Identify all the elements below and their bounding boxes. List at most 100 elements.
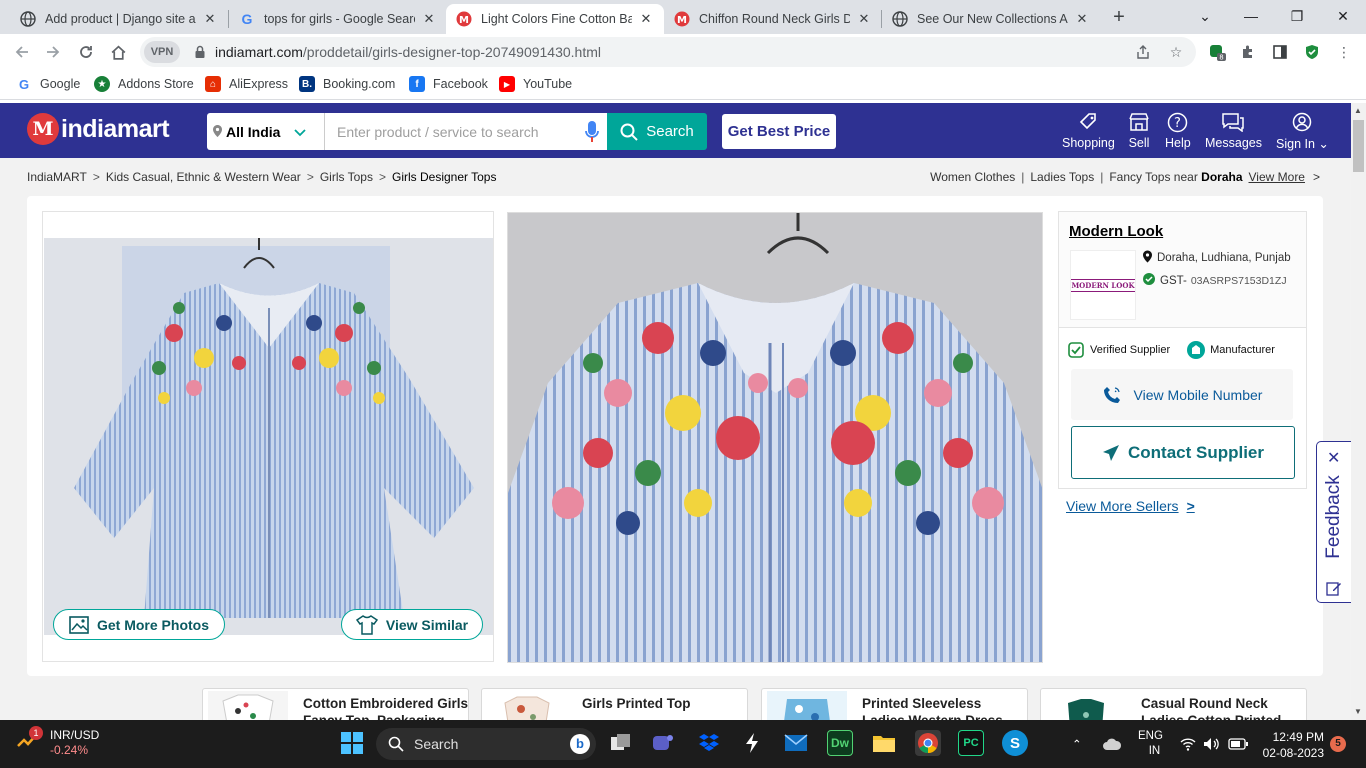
- chrome-icon[interactable]: [915, 730, 941, 756]
- view-mobile-number-button[interactable]: View Mobile Number: [1071, 369, 1293, 420]
- restore-button[interactable]: ❐: [1274, 0, 1320, 32]
- battery-icon[interactable]: [1228, 720, 1248, 768]
- scroll-up-arrow-icon[interactable]: ▲: [1354, 106, 1362, 115]
- close-tab-icon[interactable]: ✕: [1074, 11, 1090, 27]
- breadcrumb-link[interactable]: Girls Tops: [320, 170, 373, 184]
- bookmark-booking[interactable]: B. Booking.com: [299, 76, 395, 92]
- close-window-button[interactable]: ✕: [1320, 0, 1366, 32]
- shield-check-icon[interactable]: [1302, 42, 1322, 62]
- close-tab-icon[interactable]: ✕: [421, 11, 437, 27]
- weather-cloud-icon[interactable]: [1102, 720, 1122, 768]
- file-explorer-icon[interactable]: [871, 730, 897, 756]
- mail-icon[interactable]: [783, 730, 809, 756]
- top-garment-icon: [355, 614, 378, 635]
- nav-help[interactable]: ? Help: [1165, 111, 1191, 150]
- browser-tab[interactable]: See Our New Collections ABC ✕: [882, 4, 1100, 34]
- forward-button[interactable]: [40, 39, 66, 65]
- seller-logo[interactable]: MODERN LOOK: [1070, 250, 1136, 320]
- task-view-icon[interactable]: [608, 730, 634, 756]
- location-select[interactable]: All India: [207, 113, 325, 150]
- market-widget[interactable]: 1 INR/USD -0.24%: [16, 726, 99, 757]
- contact-supplier-button[interactable]: Contact Supplier: [1071, 426, 1295, 479]
- share-icon[interactable]: [1134, 43, 1152, 61]
- scrollbar-thumb[interactable]: [1353, 120, 1364, 172]
- home-button[interactable]: [105, 39, 131, 65]
- nav-messages[interactable]: Messages: [1205, 111, 1262, 150]
- tab-search-icon[interactable]: ⌄: [1182, 0, 1228, 32]
- windows-start-icon[interactable]: [339, 730, 365, 756]
- close-tab-icon[interactable]: ✕: [202, 11, 218, 27]
- back-button[interactable]: [9, 39, 35, 65]
- new-tab-button[interactable]: +: [1108, 6, 1130, 28]
- nav-sign-in[interactable]: Sign In ⌄: [1276, 111, 1329, 151]
- browser-tab[interactable]: M Chiffon Round Neck Girls De ✕: [664, 4, 882, 34]
- related-link-near[interactable]: Fancy Tops near Doraha: [1109, 170, 1242, 184]
- address-bar[interactable]: VPN indiamart.com/proddetail/girls-desig…: [140, 37, 1196, 67]
- view-similar-button[interactable]: View Similar: [341, 609, 483, 640]
- svg-text:M: M: [459, 15, 469, 26]
- wifi-icon[interactable]: [1180, 720, 1196, 768]
- view-more-link[interactable]: View More: [1249, 170, 1305, 184]
- search-button[interactable]: Search: [607, 113, 707, 150]
- view-more-sellers-link[interactable]: View More Sellers >: [1066, 498, 1195, 514]
- dropbox-icon[interactable]: [696, 730, 722, 756]
- get-more-photos-button[interactable]: Get More Photos: [53, 609, 225, 640]
- feedback-tab[interactable]: ✕ Feedback: [1316, 441, 1351, 603]
- lightning-app-icon[interactable]: [739, 730, 765, 756]
- view-more-sellers-label: View More Sellers: [1066, 498, 1179, 514]
- breadcrumb-separator: >: [378, 170, 386, 184]
- close-tab-icon[interactable]: ✕: [856, 11, 872, 27]
- feedback-edit-icon: [1326, 580, 1342, 601]
- nav-shopping[interactable]: Shopping: [1062, 111, 1115, 150]
- microphone-icon[interactable]: [585, 121, 599, 148]
- bookmark-google[interactable]: G Google: [16, 76, 80, 92]
- seller-name-link[interactable]: Modern Look: [1069, 223, 1163, 240]
- language-indicator[interactable]: ENG IN: [1138, 720, 1163, 768]
- clock-date: 02-08-2023: [1262, 746, 1324, 760]
- page-scrollbar[interactable]: [1351, 103, 1366, 720]
- bookmark-star-icon[interactable]: ☆: [1167, 43, 1185, 61]
- close-tab-icon[interactable]: ✕: [638, 11, 654, 27]
- breadcrumb-link[interactable]: IndiaMART: [27, 170, 87, 184]
- gst-number: 03ASRPS7153D1ZJ: [1190, 274, 1287, 287]
- bookmark-aliexpress[interactable]: ⌂ AliExpress: [205, 76, 288, 92]
- skype-icon[interactable]: S: [1002, 730, 1028, 756]
- bookmark-addons-store[interactable]: ★ Addons Store: [94, 76, 194, 92]
- menu-icon[interactable]: ⋮: [1334, 42, 1354, 62]
- manufacturer-icon: [1187, 341, 1206, 359]
- related-link[interactable]: Ladies Tops: [1030, 170, 1094, 184]
- teams-chat-icon[interactable]: [650, 730, 676, 756]
- vpn-badge[interactable]: VPN: [144, 41, 180, 63]
- pycharm-icon[interactable]: PC: [958, 730, 984, 756]
- scroll-down-arrow-icon[interactable]: ▼: [1354, 707, 1362, 716]
- related-link[interactable]: Women Clothes: [930, 170, 1015, 184]
- browser-tab[interactable]: G tops for girls - Google Search ✕: [229, 4, 447, 34]
- product-thumbnail-image[interactable]: [44, 238, 493, 635]
- bookmark-label: Google: [40, 77, 81, 91]
- close-icon[interactable]: ✕: [1327, 448, 1340, 468]
- nav-sell[interactable]: Sell: [1128, 111, 1150, 150]
- side-panel-icon[interactable]: [1270, 42, 1290, 62]
- system-clock[interactable]: 12:49 PM 02-08-2023: [1256, 729, 1324, 761]
- volume-icon[interactable]: [1203, 720, 1221, 768]
- show-hidden-icons[interactable]: ⌃: [1072, 720, 1082, 768]
- browser-tab[interactable]: Add product | Django site ad ✕: [10, 4, 228, 34]
- puzzle-icon[interactable]: [1238, 42, 1258, 62]
- extension-icon[interactable]: 8: [1207, 42, 1227, 62]
- get-best-price-button[interactable]: Get Best Price: [722, 114, 836, 149]
- bookmark-facebook[interactable]: f Facebook: [409, 76, 488, 92]
- search-input[interactable]: [325, 113, 565, 150]
- breadcrumb-link[interactable]: Kids Casual, Ethnic & Western Wear: [106, 170, 301, 184]
- url-text[interactable]: indiamart.com/proddetail/girls-designer-…: [215, 44, 601, 60]
- minimize-button[interactable]: —: [1228, 0, 1274, 32]
- lock-icon[interactable]: [194, 45, 206, 64]
- notification-count-badge[interactable]: 5: [1330, 736, 1346, 752]
- taskbar-search[interactable]: Search b: [376, 728, 596, 760]
- url-host: indiamart.com: [215, 44, 303, 60]
- indiamart-logo[interactable]: M indiamart: [27, 113, 170, 145]
- bookmark-youtube[interactable]: ▶ YouTube: [499, 76, 572, 92]
- browser-tab-active[interactable]: M Light Colors Fine Cotton Base ✕: [446, 4, 664, 34]
- dreamweaver-icon[interactable]: Dw: [827, 730, 853, 756]
- product-main-image[interactable]: [507, 212, 1043, 663]
- reload-button[interactable]: [73, 39, 99, 65]
